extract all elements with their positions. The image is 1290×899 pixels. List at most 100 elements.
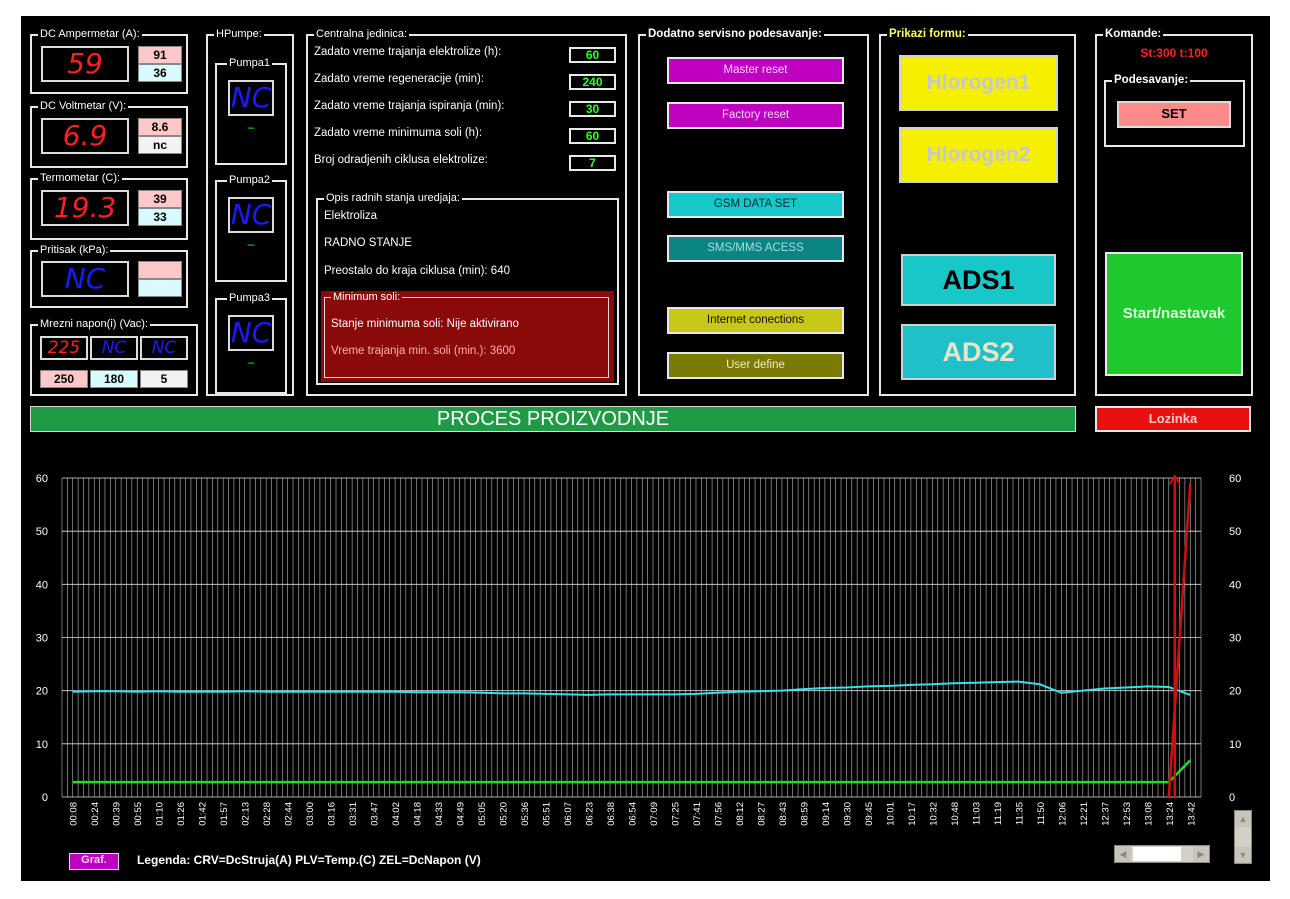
pritisak-min (138, 279, 182, 297)
app-screen: DC Ampermetar (A): 59 91 36 DC Voltmetar… (21, 16, 1270, 881)
pritisak-display: NC (41, 261, 129, 297)
setting-label-elektroliza: Zadato vreme trajanja elektrolize (h): (314, 46, 502, 58)
chart-x-tick-label: 02:13 (241, 802, 252, 826)
komande-title: Komande: (1103, 27, 1164, 41)
centralna-jedinica-title: Centralna jedinica: (314, 27, 410, 41)
chart-x-tick-label: 00:55 (133, 802, 144, 826)
chart-horizontal-scrollbar[interactable]: ◀ ▶ (1114, 845, 1210, 863)
master-reset-button[interactable]: Master reset (667, 57, 844, 84)
pumpa3-label: Pumpa3 (227, 291, 272, 305)
chart-x-tick-label: 06:07 (563, 802, 574, 826)
internet-conections-button[interactable]: Internet conections (667, 307, 844, 334)
chart-x-tick-label: 12:21 (1079, 802, 1090, 826)
pumpa1-box: Pumpa1 NC – (215, 56, 287, 165)
set-button[interactable]: SET (1117, 101, 1231, 128)
chart-x-tick-label: 09:14 (821, 802, 832, 826)
chart-x-tick-label: 06:23 (585, 802, 596, 826)
mrezni-napon-limit-1: 250 (40, 370, 88, 388)
factory-reset-button[interactable]: Factory reset (667, 102, 844, 129)
minimum-soli-title: Minimum soli: (331, 291, 403, 303)
chart-x-tick-label: 03:00 (305, 802, 316, 826)
podesavanje-title: Podesavanje: (1112, 73, 1191, 87)
chart-x-tick-label: 01:42 (198, 802, 209, 826)
opis-line-3: Preostalo do kraja ciklusa (min): 640 (324, 265, 510, 277)
proces-proizvodnje-banner: PROCES PROIZVODNJE (30, 406, 1076, 432)
dc-ampermetar-max: 91 (138, 46, 182, 64)
chart-x-tick-label: 08:27 (756, 802, 767, 826)
pumpa1-status: – (247, 120, 255, 134)
minimum-soli-time: Vreme trajanja min. soli (min.): 3600 (331, 345, 516, 357)
user-define-button[interactable]: User define (667, 352, 844, 379)
start-nastavak-button[interactable]: Start/nastavak (1105, 252, 1243, 376)
chart-x-tick-label: 10:01 (885, 802, 896, 826)
hlorogen2-button[interactable]: Hlorogen2 (899, 127, 1058, 183)
chart-x-tick-label: 05:20 (499, 802, 510, 826)
mrezni-napon-limit-2: 180 (90, 370, 138, 388)
lozinka-button[interactable]: Lozinka (1095, 406, 1251, 432)
setting-value-elektroliza[interactable]: 60 (569, 47, 616, 63)
setting-label-minimum-soli: Zadato vreme minimuma soli (h): (314, 127, 483, 139)
chart-x-tick-label: 13:42 (1186, 802, 1197, 826)
scroll-up-arrow-icon[interactable]: ▲ (1235, 811, 1251, 827)
chart-y-tick-left: 60 (36, 473, 48, 485)
pumpa2-label: Pumpa2 (227, 173, 272, 187)
chart-y-tick-right: 40 (1229, 579, 1241, 591)
dodatno-servisno-group: Dodatno servisno podesavanje: Master res… (638, 27, 869, 396)
chart-x-tick-label: 01:26 (176, 802, 187, 826)
scroll-right-arrow-icon[interactable]: ▶ (1193, 846, 1209, 862)
chart-y-tick-right: 0 (1229, 792, 1235, 804)
graf-button[interactable]: Graf. (69, 853, 119, 870)
chart-y-tick-right: 20 (1229, 686, 1241, 698)
chart-y-tick-right: 50 (1229, 526, 1241, 538)
chart-x-tick-label: 12:37 (1100, 802, 1111, 826)
dc-voltmetar-min: nc (138, 136, 182, 154)
setting-value-minimum-soli[interactable]: 60 (569, 128, 616, 144)
ads2-button[interactable]: ADS2 (901, 324, 1056, 380)
ads1-button[interactable]: ADS1 (901, 254, 1056, 306)
chart-y-tick-left: 10 (36, 739, 48, 751)
chart-y-tick-right: 10 (1229, 739, 1241, 751)
chart-x-tick-label: 13:08 (1143, 802, 1154, 826)
dc-voltmetar-group: DC Voltmetar (V): 6.9 8.6 nc (30, 99, 188, 168)
chart-x-tick-label: 03:31 (348, 802, 359, 826)
chart-x-tick-label: 08:12 (735, 802, 746, 826)
gsm-data-set-button[interactable]: GSM DATA SET (667, 191, 844, 218)
pritisak-group: Pritisak (kPa): NC (30, 243, 188, 308)
setting-value-regeneracija[interactable]: 240 (569, 74, 616, 90)
hlorogen1-button[interactable]: Hlorogen1 (899, 55, 1058, 111)
chart-y-tick-left: 0 (42, 792, 48, 804)
pritisak-max (138, 261, 182, 279)
chart-x-tick-label: 00:08 (69, 802, 80, 826)
opis-line-2: RADNO STANJE (324, 237, 412, 249)
chart-x-tick-label: 03:16 (327, 802, 338, 826)
dc-voltmetar-title: DC Voltmetar (V): (38, 99, 129, 113)
setting-label-broj-ciklusa: Broj odradjenih ciklusa elektrolize: (314, 154, 488, 166)
chart-y-tick-right: 30 (1229, 633, 1241, 645)
mrezni-napon-limit-3: 5 (140, 370, 188, 388)
termometar-title: Termometar (C): (38, 171, 123, 185)
scroll-left-arrow-icon[interactable]: ◀ (1115, 846, 1131, 862)
chart-x-tick-label: 09:45 (864, 802, 875, 826)
termometar-group: Termometar (C): 19.3 39 33 (30, 171, 188, 240)
chart-x-tick-label: 04:02 (391, 802, 402, 826)
chart-x-tick-label: 07:09 (649, 802, 660, 826)
chart-x-tick-label: 07:56 (713, 802, 724, 826)
chart-x-tick-label: 09:30 (842, 802, 853, 826)
setting-value-ispiranje[interactable]: 30 (569, 101, 616, 117)
hpumpe-group: HPumpe: Pumpa1 NC – Pumpa2 NC – Pumpa3 N… (206, 27, 294, 396)
chart-x-tick-label: 11:50 (1036, 802, 1047, 825)
scroll-down-arrow-icon[interactable]: ▼ (1235, 847, 1251, 863)
sms-mms-acess-button[interactable]: SMS/MMS ACESS (667, 235, 844, 262)
pritisak-title: Pritisak (kPa): (38, 243, 111, 257)
dodatno-servisno-title: Dodatno servisno podesavanje: (646, 27, 824, 41)
chart-x-tick-label: 04:18 (413, 802, 424, 826)
scroll-thumb[interactable] (1133, 847, 1181, 861)
centralna-jedinica-group: Centralna jedinica: Zadato vreme trajanj… (306, 27, 627, 396)
pumpa2-display: NC (228, 197, 274, 233)
podesavanje-group: Podesavanje: SET (1104, 73, 1245, 147)
chart-vertical-scrollbar[interactable]: ▲ ▼ (1234, 810, 1252, 864)
chart-x-tick-label: 10:48 (950, 802, 961, 826)
opis-line-1: Elektroliza (324, 210, 378, 222)
chart-x-tick-label: 00:24 (90, 802, 101, 826)
chart-x-tick-label: 07:41 (692, 802, 703, 826)
